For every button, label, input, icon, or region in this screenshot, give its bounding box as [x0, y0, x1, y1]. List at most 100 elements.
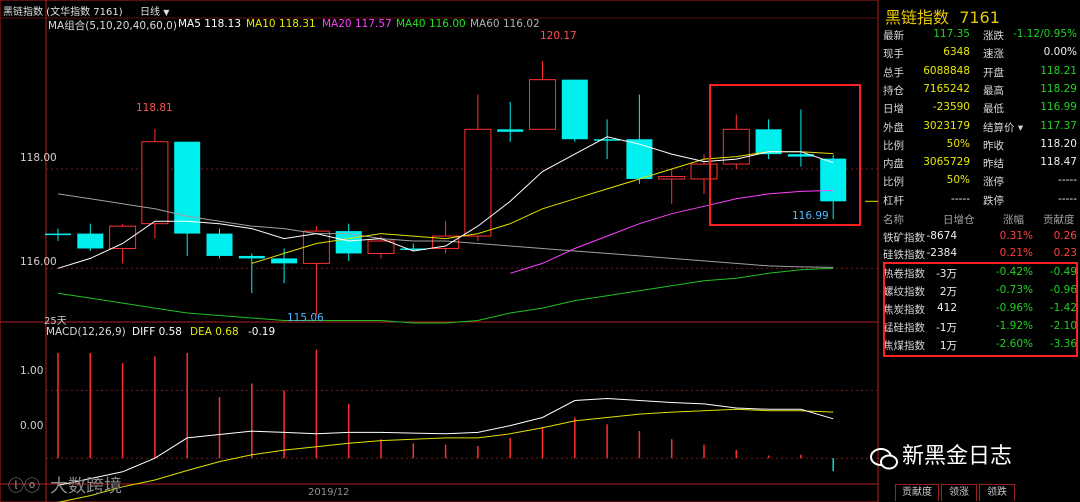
quote-label: 最新: [883, 30, 904, 42]
candle-body: [238, 255, 265, 259]
candle-body: [271, 258, 298, 264]
quote-label: 比例: [883, 176, 904, 189]
quote-panel: 黑链指数 7161 最新 117.35 涨跌 -1.12/0.95% 现手 6348 速涨 0…: [879, 0, 1080, 502]
highlight-box-table: [883, 262, 1078, 357]
quote-value: 7165242: [923, 82, 970, 95]
quote-value: 0.00%: [1043, 46, 1077, 59]
component-chg: 0.31%: [999, 230, 1033, 242]
candle-body: [367, 240, 395, 254]
candle-body: [174, 141, 201, 234]
ma-legend-item: MA5 118.13: [178, 18, 241, 30]
quote-value: 118.47: [1040, 156, 1077, 169]
quote-row: 外盘 3023179 结算价 ▾ 117.37: [879, 120, 1080, 138]
quote-value: 6088848: [923, 64, 970, 77]
component-name: 硅铁指数: [883, 249, 925, 261]
macd-legend-item: -0.19: [248, 326, 276, 338]
quote-label: 内盘: [883, 158, 904, 171]
quote-label: 日增: [883, 103, 904, 116]
panel-title-name: 黑链指数: [885, 8, 950, 27]
quote-value: -----: [1058, 174, 1077, 187]
quote-label: 涨跌: [983, 30, 1004, 42]
panel-title-code: 7161: [959, 8, 1000, 27]
quote-label: 外盘: [883, 121, 904, 134]
candle-body: [529, 79, 556, 130]
price-tick-118: 118.00: [20, 152, 57, 164]
candle-body: [594, 139, 621, 141]
quote-row: 比例 50% 昨收 118.20: [879, 138, 1080, 156]
col-header-name: 名称: [883, 214, 904, 226]
quote-label: 持仓: [883, 84, 904, 97]
ma-legend-item: MA40 116.00: [396, 18, 466, 30]
quote-row: 比例 50% 涨停 -----: [879, 174, 1080, 192]
quote-label: 开盘: [983, 66, 1004, 79]
ma-legend-item: MA20 117.57: [322, 18, 392, 30]
quote-value: -23590: [932, 101, 970, 114]
ma-legend-item: MA10 118.31: [246, 18, 316, 30]
quote-value: 118.29: [1040, 82, 1077, 95]
quote-label: 昨结: [983, 158, 1004, 171]
quote-label: 最低: [983, 103, 1004, 116]
quote-label: 总手: [883, 66, 904, 79]
component-contrib: 0.23: [1053, 247, 1077, 259]
high-label-left: 118.81: [136, 102, 173, 114]
date-label: 2019/12: [308, 487, 350, 498]
quote-label: 最高: [983, 84, 1004, 97]
period-selector[interactable]: 日线 ▼: [140, 3, 169, 18]
diff-line: [57, 397, 834, 486]
macd-tick-0: 0.00: [20, 420, 44, 432]
quote-value: 6348: [943, 46, 970, 59]
days-label: 25天: [44, 316, 67, 327]
tab-contribution[interactable]: 贡献度: [895, 484, 939, 501]
high-label-mid: 120.17: [540, 30, 577, 42]
quote-value: 118.21: [1040, 64, 1077, 77]
quote-row: 杠杆 ----- 跌停 -----: [879, 193, 1080, 211]
period-label: 日线: [140, 7, 160, 18]
wechat-name: 新黑金日志: [902, 444, 1013, 469]
candle-body: [335, 231, 362, 254]
brand-watermark: ⓛⓞ 大数跨境: [8, 472, 122, 498]
panel-title: 黑链指数 7161: [885, 4, 1000, 28]
candle-body: [658, 175, 686, 180]
quote-label: 昨收: [983, 139, 1004, 152]
candle-body: [497, 129, 524, 132]
quote-value: 50%: [946, 137, 970, 150]
candle-body: [626, 139, 653, 179]
quote-label: 涨停: [983, 176, 1004, 189]
macd-legend-item: DIFF 0.58: [132, 326, 182, 338]
quote-value: 118.20: [1040, 137, 1077, 150]
quote-value: 3065729: [923, 156, 970, 169]
macd-tick-1: 1.00: [20, 365, 44, 377]
tab-top-losers[interactable]: 领跌: [979, 484, 1015, 501]
component-chg: 0.21%: [999, 247, 1033, 259]
quote-label: 速涨: [983, 48, 1004, 61]
component-row[interactable]: 铁矿指数 -8674 0.31% 0.26: [879, 230, 1080, 248]
quote-label: 跌停: [983, 194, 1004, 207]
quote-value: 117.37: [1040, 119, 1077, 132]
macd-legend-item: DEA 0.68: [190, 326, 239, 338]
quote-label: 杠杆: [883, 194, 904, 207]
chart-title-bar: 黑链指数 (文华指数 7161) 日线 ▼: [0, 0, 878, 18]
col-header-chg: 涨幅: [1003, 214, 1024, 226]
quote-row: 日增 -23590 最低 116.99: [879, 101, 1080, 119]
candle-body: [77, 233, 104, 249]
ma-legend-item: MA组合(5,10,20,40,60,0): [48, 20, 177, 32]
quote-value: 3023179: [923, 119, 970, 132]
ma40-line: [57, 267, 834, 324]
component-name: 铁矿指数: [883, 232, 925, 244]
ma-legend-item: MA60 116.02: [470, 18, 540, 30]
chart-frame: [0, 0, 879, 502]
quote-label[interactable]: 结算价 ▾: [983, 120, 1023, 135]
component-inc: -8674: [926, 230, 957, 242]
quote-row: 现手 6348 速涨 0.00%: [879, 46, 1080, 64]
quote-value: 50%: [946, 174, 970, 187]
low-label: 115.06: [287, 312, 324, 324]
component-inc: -2384: [926, 247, 957, 259]
quote-row: 内盘 3065729 昨结 118.47: [879, 156, 1080, 174]
wechat-watermark: 新黑金日志: [870, 438, 1012, 470]
quote-value: -1.12/0.95%: [1012, 28, 1077, 40]
candle-body: [464, 128, 492, 237]
price-chart[interactable]: [0, 0, 880, 502]
component-contrib: 0.26: [1053, 230, 1077, 242]
col-header-inc: 日增仓: [943, 214, 975, 226]
tab-top-gainers[interactable]: 领涨: [941, 484, 977, 501]
